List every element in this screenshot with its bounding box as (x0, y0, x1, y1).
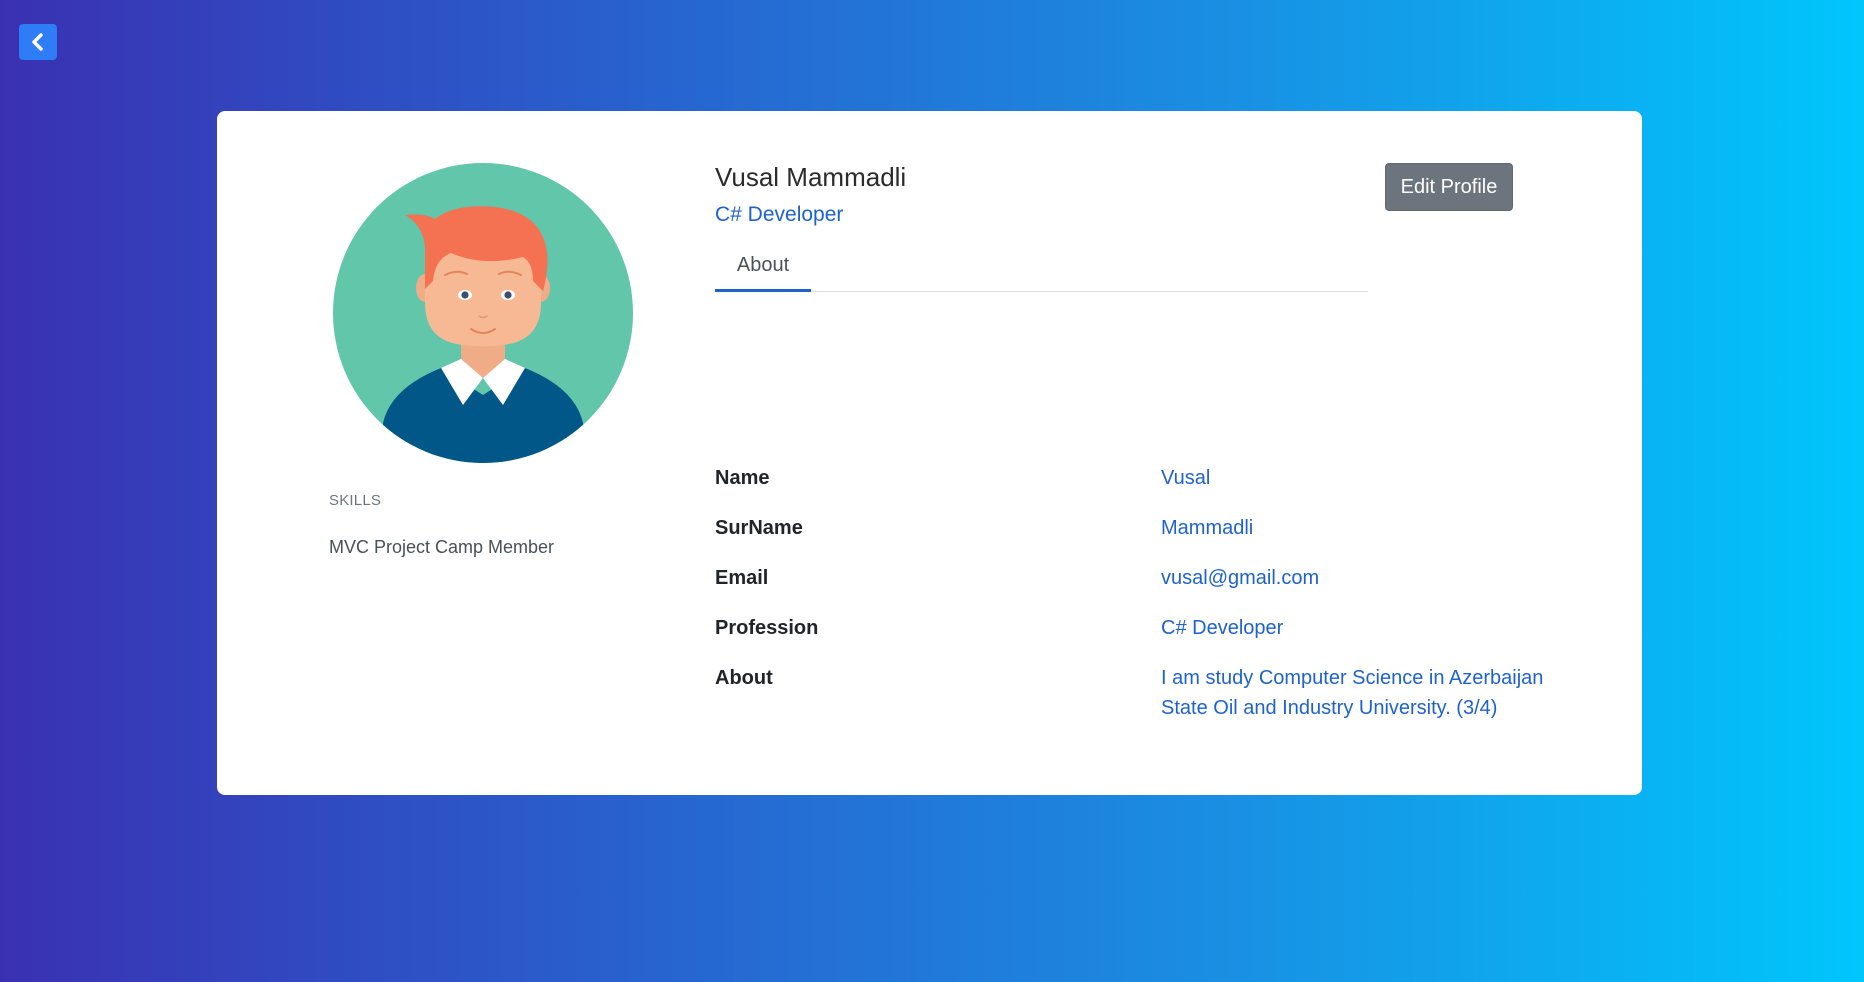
back-button[interactable] (19, 24, 57, 60)
skill-item: MVC Project Camp Member (329, 537, 555, 557)
field-value-about: I am study Computer Science in Azerbaija… (1161, 667, 1544, 719)
field-value-profession: C# Developer (1161, 617, 1284, 639)
avatar (333, 163, 633, 463)
profile-card: SKILLS MVC Project Camp Member Vusal Mam… (217, 111, 1642, 795)
chevron-left-icon (32, 33, 43, 51)
edit-profile-button[interactable]: Edit Profile (1385, 163, 1513, 211)
profile-tabs: About (715, 241, 1368, 292)
field-value-email: vusal@gmail.com (1161, 567, 1320, 589)
profile-name: Vusal Mammadli (715, 162, 907, 192)
field-value-name: Vusal (1161, 467, 1211, 489)
field-value-surname: Mammadli (1161, 517, 1254, 539)
field-label-name: Name (715, 467, 770, 489)
field-label-email: Email (715, 567, 769, 589)
field-label-surname: SurName (715, 517, 803, 539)
field-label-about: About (715, 667, 773, 689)
field-label-profession: Profession (715, 617, 819, 639)
skills-heading: SKILLS (329, 492, 382, 509)
profile-title: C# Developer (715, 203, 844, 226)
tab-about[interactable]: About (715, 241, 811, 292)
